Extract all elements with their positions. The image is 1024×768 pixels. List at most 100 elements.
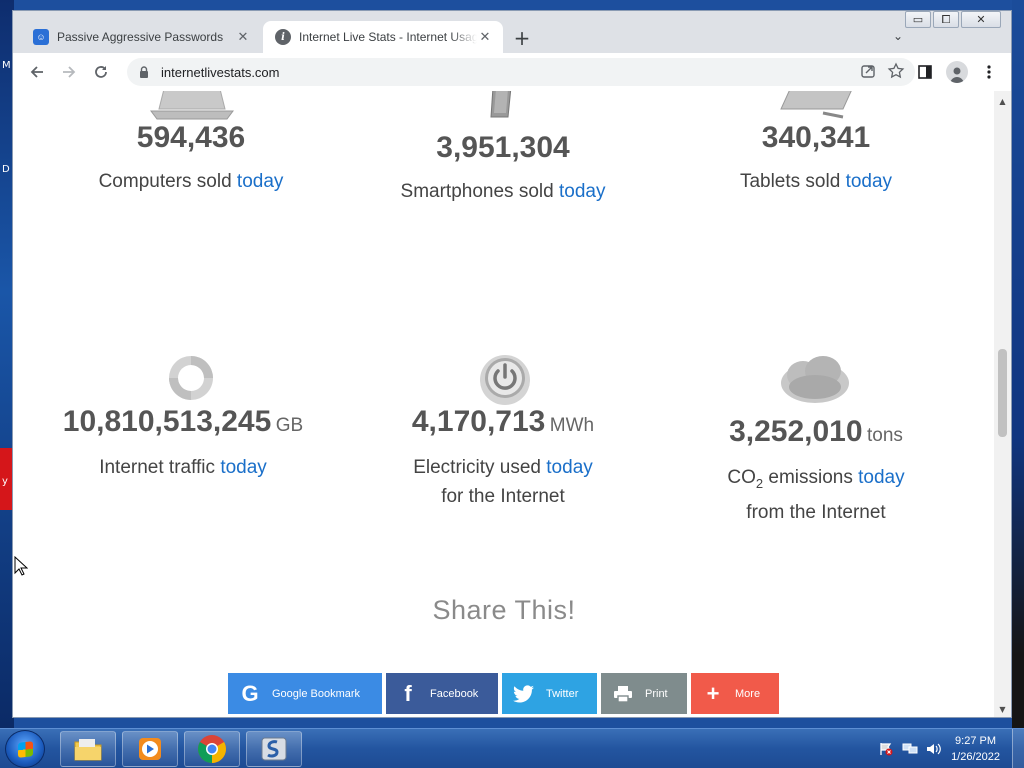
today-link[interactable]: today [559, 181, 605, 202]
today-link[interactable]: today [858, 467, 904, 488]
stat-value-row: 4,170,713 MWh [353, 405, 653, 439]
scrollbar-thumb[interactable] [998, 349, 1007, 437]
browser-toolbar: internetlivestats.com [13, 53, 1011, 91]
browser-window: ▭ ⧠ ✕ ☺ Passive Aggressive Passwords ✕ i… [12, 10, 1012, 718]
stat-value: 4,170,713 [411, 405, 546, 438]
taskbar-file-explorer[interactable] [60, 731, 116, 767]
share-page-icon[interactable] [859, 62, 877, 80]
traffic-cycle-icon [169, 356, 213, 400]
co2-prefix: CO [727, 467, 756, 488]
scroll-down-arrow-icon[interactable]: ▼ [994, 701, 1011, 717]
co2-subscript: 2 [755, 475, 764, 491]
share-button-label: Google Bookmark [272, 687, 361, 700]
reload-icon[interactable] [87, 58, 115, 86]
info-favicon-icon: i [275, 29, 291, 45]
new-tab-button[interactable]: + [511, 26, 533, 50]
stat-value: 10,810,513,245 [62, 405, 272, 438]
stat-value: 3,951,304 [436, 131, 570, 164]
stat-label: Computers sold today [41, 167, 341, 196]
back-arrow-icon[interactable] [23, 58, 51, 86]
stat-label-line2: from the Internet [746, 501, 886, 523]
lock-icon [140, 66, 148, 78]
stat-label-text: Internet traffic [99, 457, 216, 478]
stat-unit: GB [275, 415, 304, 436]
address-bar[interactable]: internetlivestats.com [127, 58, 915, 86]
twitter-share-button[interactable]: Twitter [502, 673, 597, 714]
share-button-label: Print [645, 687, 668, 700]
taskbar-clock[interactable]: 9:27 PM 1/26/2022 [951, 733, 1000, 765]
stat-label-text: Electricity used [413, 457, 541, 478]
volume-icon[interactable] [925, 741, 943, 757]
cloud-icon [781, 356, 849, 403]
laptop-icon [150, 91, 234, 120]
tab-search-chevron-icon[interactable]: ⌄ [893, 29, 903, 43]
facebook-share-button[interactable]: f Facebook [386, 673, 498, 714]
stat-label: CO2 emissions today from the Internet [666, 463, 966, 527]
google-bookmark-button[interactable]: G Google Bookmark [228, 673, 382, 714]
vertical-scrollbar[interactable]: ▲ ▼ [994, 91, 1011, 717]
tab-strip: ☺ Passive Aggressive Passwords ✕ i Inter… [13, 21, 1011, 53]
stat-label-text: emissions [768, 467, 853, 488]
tab-close-icon[interactable]: ✕ [477, 30, 493, 45]
stat-internet-traffic: 10,810,513,245 GB Internet traffic today [33, 405, 333, 482]
facebook-icon: f [404, 680, 412, 706]
start-button[interactable] [5, 730, 45, 768]
menu-kebab-icon[interactable] [975, 58, 1003, 86]
tab-passive-aggressive-passwords[interactable]: ☺ Passive Aggressive Passwords ✕ [21, 21, 261, 53]
stat-unit: tons [867, 425, 903, 446]
stat-label-text: Computers sold [98, 171, 232, 192]
stat-electricity-used: 4,170,713 MWh Electricity used today for… [353, 405, 653, 511]
desktop-red-item: y [0, 448, 12, 510]
web-page: 594,436 Computers sold today 3,951,304 S… [13, 91, 995, 717]
stat-label: Tablets sold today [666, 167, 966, 196]
stat-label-text: Smartphones sold [400, 181, 554, 202]
network-icon[interactable] [901, 741, 919, 757]
stat-value-row: 3,252,010 tons [666, 415, 966, 449]
desktop-letter: y [2, 476, 8, 487]
chrome-icon [198, 735, 226, 763]
url-text: internetlivestats.com [161, 64, 280, 80]
taskbar-chrome[interactable] [184, 731, 240, 767]
share-buttons: G Google Bookmark f Facebook Twitter Pri… [228, 673, 779, 714]
clock-time: 9:27 PM [955, 735, 997, 747]
action-center-flag-icon[interactable] [877, 741, 895, 757]
today-link[interactable]: today [546, 457, 592, 478]
scroll-up-arrow-icon[interactable]: ▲ [994, 93, 1011, 109]
share-button-label: Twitter [546, 687, 579, 700]
show-desktop-button[interactable] [1012, 729, 1024, 768]
print-button[interactable]: Print [601, 673, 687, 714]
desktop-right-edge [1012, 0, 1024, 728]
stat-label: Internet traffic today [33, 453, 333, 482]
today-link[interactable]: today [846, 171, 892, 192]
taskbar-media-player[interactable] [122, 731, 178, 767]
stat-value: 594,436 [136, 121, 246, 154]
smartphone-icon [490, 91, 512, 118]
more-share-button[interactable]: + More [691, 673, 779, 714]
profile-avatar[interactable] [943, 58, 971, 86]
twitter-icon [512, 682, 536, 706]
plus-icon: + [706, 680, 720, 706]
avatar-icon [946, 61, 968, 83]
today-link[interactable]: today [220, 457, 266, 478]
stat-label-text: Tablets sold [739, 171, 841, 192]
printer-icon [611, 682, 635, 706]
bookmark-star-icon[interactable] [887, 62, 905, 80]
tab-close-icon[interactable]: ✕ [235, 30, 251, 45]
stat-smartphones-sold: 3,951,304 Smartphones sold today [353, 131, 653, 206]
mouse-cursor-icon [14, 556, 28, 576]
desktop-letter: M [2, 60, 11, 71]
system-tray: 9:27 PM 1/26/2022 [871, 729, 1024, 768]
side-panel-icon[interactable] [911, 58, 939, 86]
stat-label: Smartphones sold today [353, 177, 653, 206]
share-button-label: More [735, 687, 761, 700]
clock-date: 1/26/2022 [951, 751, 1000, 763]
stat-unit: MWh [549, 415, 595, 436]
taskbar-snagit[interactable] [246, 731, 302, 767]
stat-tablets-sold: 340,341 Tablets sold today [666, 121, 966, 196]
power-icon [480, 355, 530, 405]
forward-arrow-icon[interactable] [55, 58, 83, 86]
stat-label-line2: for the Internet [441, 486, 565, 507]
tab-internet-live-stats[interactable]: i Internet Live Stats - Internet Usage ✕ [263, 21, 503, 53]
today-link[interactable]: today [237, 171, 283, 192]
media-player-icon [139, 738, 161, 760]
